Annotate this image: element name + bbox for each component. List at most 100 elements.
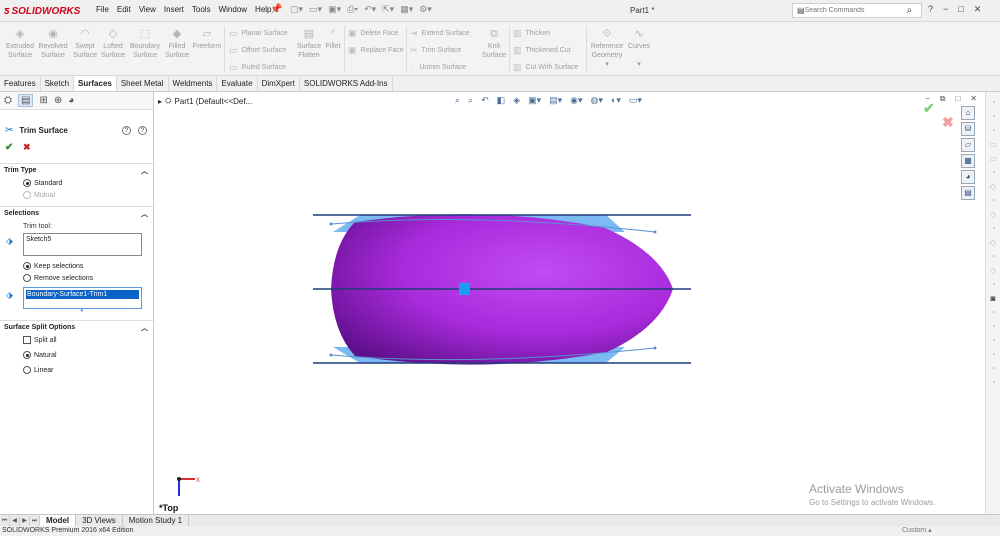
help-icon[interactable]: ?	[138, 126, 147, 135]
prev-tab-arrow-icon[interactable]: ◀	[10, 515, 20, 526]
hide-show-items-icon[interactable]: ◉▾	[570, 95, 582, 106]
side-tool-icon[interactable]: ◔	[991, 98, 996, 107]
chevron-up-icon[interactable]: ︿	[141, 166, 148, 176]
section-view-icon[interactable]: ◧	[497, 95, 506, 106]
radio-standard[interactable]: Standard	[23, 179, 62, 187]
surface-flatten-button[interactable]: ▤ Surface Flatten	[294, 28, 324, 60]
guide-point[interactable]	[329, 353, 333, 357]
chevron-up-icon[interactable]: ︿	[141, 323, 148, 333]
offset-surface-button[interactable]: ▭ Offset Surface	[229, 45, 286, 56]
configuration-manager-icon[interactable]: ⊞	[39, 95, 47, 106]
tab-addins[interactable]: SOLIDWORKS Add-Ins	[300, 76, 393, 91]
display-style-icon[interactable]: ▤▾	[549, 95, 562, 106]
last-tab-arrow-icon[interactable]: ⏭	[30, 515, 40, 526]
solidworks-logo[interactable]: ƽ SOLIDWORKS	[4, 4, 80, 18]
print-icon[interactable]: ⎙▾	[347, 4, 358, 15]
model-viewport[interactable]	[155, 92, 985, 514]
zoom-to-area-icon[interactable]: ⌕	[468, 95, 473, 106]
guide-point[interactable]	[653, 230, 657, 234]
edit-appearance-icon[interactable]: ◍▾	[591, 95, 603, 106]
file-explorer-icon[interactable]: ▱	[961, 138, 975, 152]
fillet-button[interactable]: ◜ Fillet	[322, 28, 344, 51]
side-tool-icon[interactable]: ◔	[991, 336, 996, 345]
view-orientation-icon[interactable]: ▣▾	[528, 95, 541, 106]
expand-arrow-icon[interactable]: ▸	[158, 97, 162, 106]
freeform-button[interactable]: ▱ Freeform	[191, 28, 223, 51]
search-icon[interactable]: ⌕	[907, 5, 913, 16]
dynamic-annotation-icon[interactable]: ◈	[513, 95, 520, 106]
side-tool-icon[interactable]: ◔	[991, 112, 996, 121]
ok-button[interactable]: ✔	[5, 142, 13, 153]
extruded-surface-button[interactable]: ◈ Extruded Surface	[4, 28, 36, 60]
feature-tree-root[interactable]: Part1 (Default<<Def...	[174, 97, 252, 106]
feature-tree-flyout[interactable]: ▸ ⛭ Part1 (Default<<Def...	[158, 96, 252, 106]
radio-mutual[interactable]: Mutual	[23, 191, 55, 199]
graphics-area[interactable]: ▸ ⛭ Part1 (Default<<Def... ⌕ ⌕ ↶ ◧ ◈ ▣▾ …	[155, 92, 985, 514]
knit-surface-button[interactable]: ⧉ Knit Surface	[480, 28, 508, 60]
side-tool-icon[interactable]: ◇	[990, 266, 996, 275]
units-selector[interactable]: Custom ▴	[902, 526, 932, 536]
curves-button[interactable]: ∿ Curves ▾	[625, 28, 653, 69]
restore-view-icon[interactable]: ⧉	[940, 94, 946, 104]
side-tool-icon[interactable]: ▭	[989, 140, 997, 149]
help-button[interactable]: ?	[928, 4, 933, 15]
rebuild-icon[interactable]: ▦▾	[400, 4, 413, 15]
view-palette-icon[interactable]: ▦	[961, 154, 975, 168]
swept-surface-button[interactable]: ◠ Swept Surface	[70, 28, 100, 60]
side-tool-icon[interactable]: ▭	[989, 154, 997, 163]
selections-header[interactable]: Selections ︿	[0, 206, 153, 220]
tab-evaluate[interactable]: Evaluate	[217, 76, 258, 91]
design-library-icon[interactable]: ⛁	[961, 122, 975, 136]
dimxpert-manager-icon[interactable]: ⊕	[54, 95, 62, 106]
first-tab-arrow-icon[interactable]: ⏮	[0, 515, 10, 526]
side-tool-icon[interactable]: ◇	[990, 210, 996, 219]
pieces-selection-box[interactable]: Boundary-Surface1-Trim1	[23, 287, 142, 309]
camera-icon[interactable]: ◙	[991, 294, 996, 303]
side-tool-icon[interactable]: ◔	[991, 126, 996, 135]
menu-view[interactable]: View	[135, 5, 160, 14]
feature-manager-icon[interactable]: ⛭	[4, 95, 12, 106]
undo-icon[interactable]: ↶▾	[364, 4, 376, 15]
view-settings-icon[interactable]: ▭▾	[629, 95, 642, 106]
ruled-surface-button[interactable]: ▭ Ruled Surface	[229, 62, 286, 73]
delete-face-button[interactable]: ▣ Delete Face	[348, 28, 398, 39]
property-manager-icon[interactable]: ▤	[18, 94, 34, 107]
previous-view-icon[interactable]: ↶	[481, 95, 489, 106]
lofted-surface-button[interactable]: ◇ Lofted Surface	[99, 28, 127, 60]
menu-window[interactable]: Window	[215, 5, 251, 14]
apply-scene-icon[interactable]: ◐▾	[611, 95, 621, 106]
boundary-surface-button[interactable]: ⬚ Boundary Surface	[127, 28, 163, 60]
radio-remove-selections[interactable]: Remove selections	[23, 274, 93, 282]
menu-insert[interactable]: Insert	[160, 5, 188, 14]
home-icon[interactable]: ⌂	[961, 106, 975, 120]
side-tool-icon[interactable]: ◔	[991, 280, 996, 289]
side-tool-icon[interactable]: ◔	[991, 350, 996, 359]
tab-sheet-metal[interactable]: Sheet Metal	[117, 76, 169, 91]
tab-3d-views[interactable]: 3D Views	[76, 514, 123, 527]
guide-point[interactable]	[653, 346, 657, 350]
split-all-checkbox[interactable]: Split all	[23, 336, 57, 344]
open-document-icon[interactable]: ▭▾	[309, 4, 322, 15]
tab-features[interactable]: Features	[0, 76, 41, 91]
tab-motion-study[interactable]: Motion Study 1	[123, 514, 190, 527]
new-document-icon[interactable]: ▢▾	[290, 4, 303, 15]
close-view-icon[interactable]: ✕	[970, 94, 977, 104]
filled-surface-button[interactable]: ◆ Filled Surface	[163, 28, 191, 60]
display-manager-icon[interactable]: ◕	[68, 95, 74, 106]
confirmation-cancel-icon[interactable]: ✖	[942, 114, 954, 131]
origin-highlight[interactable]	[459, 283, 470, 295]
side-tool-icon[interactable]: ◔	[991, 378, 996, 387]
side-tool-icon[interactable]: ◔	[991, 168, 996, 177]
extend-surface-button[interactable]: ⇥ Extend Surface	[410, 28, 469, 39]
custom-properties-icon[interactable]: ▤	[961, 186, 975, 200]
thicken-button[interactable]: ▥ Thicken	[513, 28, 550, 39]
options-icon[interactable]: ⚙▾	[419, 4, 432, 15]
selected-piece-item[interactable]: Boundary-Surface1-Trim1	[26, 290, 139, 299]
zoom-to-fit-icon[interactable]: ⌕	[455, 95, 460, 106]
radio-keep-selections[interactable]: Keep selections	[23, 262, 83, 270]
thickened-cut-button[interactable]: ▥ Thickened Cut	[513, 45, 571, 56]
cancel-button[interactable]: ✖	[23, 142, 31, 153]
side-tool-icon[interactable]: ◔	[991, 364, 996, 373]
close-button[interactable]: ✕	[974, 4, 982, 15]
side-tool-icon[interactable]: ◔	[991, 196, 996, 205]
